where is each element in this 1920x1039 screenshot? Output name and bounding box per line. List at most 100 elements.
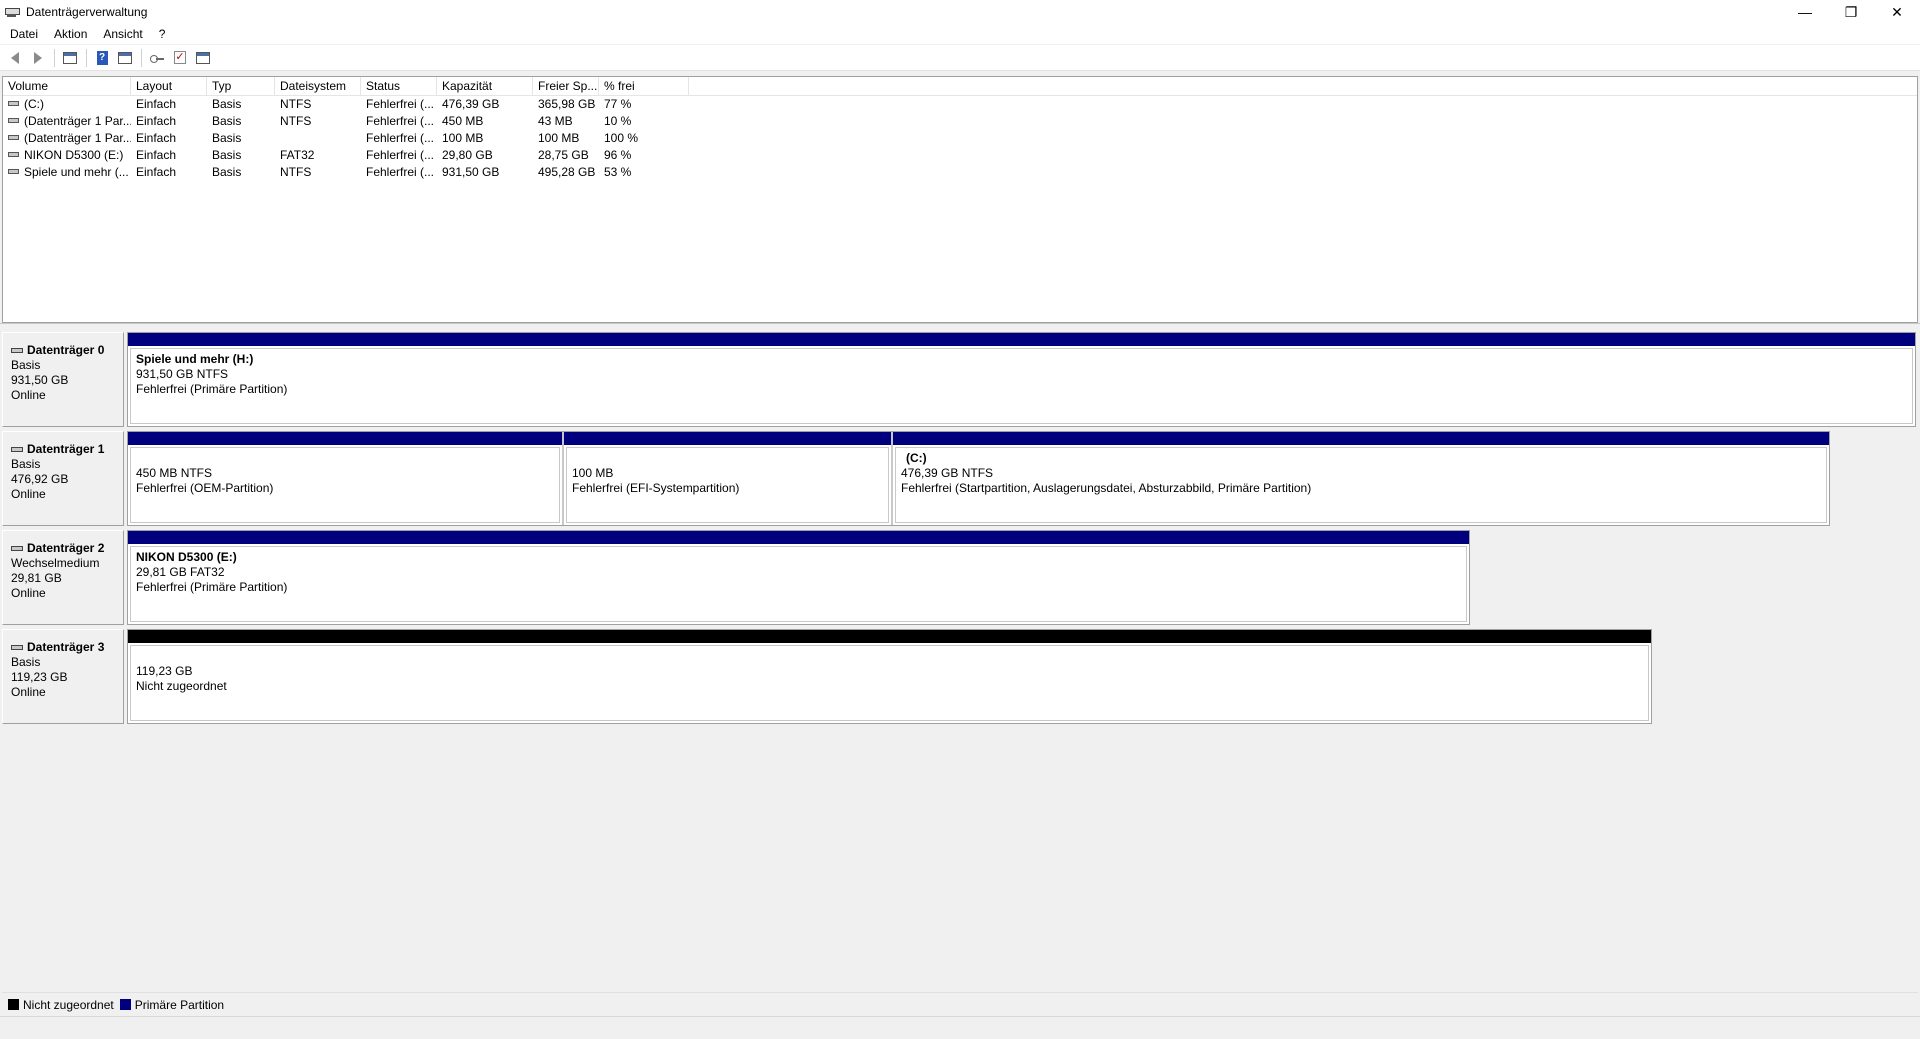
table-row[interactable]: (Datenträger 1 Par... Einfach Basis Fehl… <box>3 130 1917 147</box>
partition-strip: 119,23 GB Nicht zugeordnet <box>127 629 1652 724</box>
partition[interactable]: NIKON D5300 (E:) 29,81 GB FAT32 Fehlerfr… <box>128 531 1469 624</box>
cell-layout: Einfach <box>136 131 177 145</box>
back-button[interactable] <box>4 47 26 69</box>
cell-kapazitaet: 100 MB <box>442 131 484 145</box>
table-row[interactable]: NIKON D5300 (E:) Einfach Basis FAT32 Feh… <box>3 147 1917 164</box>
disk-icon <box>11 645 23 650</box>
disk-label[interactable]: Datenträger 1 Basis 476,92 GB Online <box>2 431 124 526</box>
disk-map: Datenträger 0 Basis 931,50 GB Online Spi… <box>2 328 1918 992</box>
volume-icon <box>8 118 19 124</box>
volume-icon <box>8 135 19 141</box>
column-header-freier-speicher[interactable]: Freier Sp... <box>533 77 599 96</box>
disk-icon <box>11 447 23 452</box>
disk-name: Datenträger 1 <box>27 442 105 456</box>
volume-icon <box>8 152 19 158</box>
cell-freier-speicher: 100 MB <box>538 131 580 145</box>
cell-typ: Basis <box>212 97 242 111</box>
partition-bar-primary <box>893 432 1829 445</box>
properties-button[interactable] <box>114 47 136 69</box>
forward-button[interactable] <box>27 47 49 69</box>
partition[interactable]: 119,23 GB Nicht zugeordnet <box>128 630 1651 723</box>
partition[interactable]: (C:) 476,39 GB NTFS Fehlerfrei (Startpar… <box>893 432 1829 525</box>
column-header-typ[interactable]: Typ <box>207 77 275 96</box>
disk-icon <box>11 348 23 353</box>
legend-item-primary: Primäre Partition <box>119 997 225 1012</box>
cell-layout: Einfach <box>136 97 177 111</box>
cell-dateisystem: NTFS <box>280 97 312 111</box>
partition-strip: Spiele und mehr (H:) 931,50 GB NTFS Fehl… <box>127 332 1916 427</box>
menu-ansicht[interactable]: Ansicht <box>95 24 150 44</box>
cell-layout: Einfach <box>136 148 177 162</box>
check-button[interactable]: ✓ <box>169 47 191 69</box>
rescan-icon <box>150 53 164 63</box>
partition-size: 450 MB NTFS <box>136 466 213 480</box>
console-tree-button[interactable] <box>59 47 81 69</box>
partition-status: Fehlerfrei (Primäre Partition) <box>136 382 288 396</box>
cell-volume: (C:) <box>24 97 44 111</box>
title-bar: Datenträgerverwaltung — ❐ ✕ <box>0 0 1920 24</box>
cell-dateisystem: FAT32 <box>280 148 315 162</box>
volume-list[interactable]: Volume Layout Typ Dateisystem Status Kap… <box>2 76 1918 323</box>
cell-status: Fehlerfrei (... <box>366 148 435 162</box>
disk-row-3: Datenträger 3 Basis 119,23 GB Online 119… <box>2 629 1918 724</box>
cell-dateisystem <box>275 130 361 147</box>
partition-bar-primary <box>128 531 1469 544</box>
cell-status: Fehlerfrei (... <box>366 165 435 179</box>
column-header-layout[interactable]: Layout <box>131 77 207 96</box>
menu-help[interactable]: ? <box>151 24 174 44</box>
partition-strip: NIKON D5300 (E:) 29,81 GB FAT32 Fehlerfr… <box>127 530 1470 625</box>
partition[interactable]: Spiele und mehr (H:) 931,50 GB NTFS Fehl… <box>128 333 1915 426</box>
legend-label: Primäre Partition <box>134 997 225 1012</box>
close-button[interactable]: ✕ <box>1874 0 1920 24</box>
cell-typ: Basis <box>212 148 242 162</box>
disk-status: Online <box>11 586 46 600</box>
partition[interactable]: 450 MB NTFS Fehlerfrei (OEM-Partition) <box>128 432 564 525</box>
status-bar <box>0 1016 1920 1039</box>
cell-kapazitaet: 29,80 GB <box>442 148 493 162</box>
table-row[interactable]: Spiele und mehr (... Einfach Basis NTFS … <box>3 164 1917 181</box>
partition-bar-unallocated <box>128 630 1651 643</box>
disk-size: 119,23 GB <box>11 670 68 684</box>
settings-button[interactable] <box>192 47 214 69</box>
cell-prozent-frei: 53 % <box>604 165 632 179</box>
disk-size: 29,81 GB <box>11 571 62 585</box>
menu-datei[interactable]: Datei <box>2 24 46 44</box>
column-header-volume[interactable]: Volume <box>3 77 131 96</box>
legend-label: Nicht zugeordnet <box>23 997 114 1012</box>
disk-management-icon <box>4 5 20 19</box>
legend-swatch-primary <box>119 999 131 1010</box>
legend-swatch-unallocated <box>8 999 19 1010</box>
disk-label[interactable]: Datenträger 3 Basis 119,23 GB Online <box>2 629 124 724</box>
table-row[interactable]: (C:) Einfach Basis NTFS Fehlerfrei (... … <box>3 96 1917 113</box>
partition-name <box>572 451 888 466</box>
rescan-button[interactable] <box>146 47 168 69</box>
column-header-status[interactable]: Status <box>361 77 437 96</box>
column-header-dateisystem[interactable]: Dateisystem <box>275 77 361 96</box>
disk-label[interactable]: Datenträger 0 Basis 931,50 GB Online <box>2 332 124 427</box>
cell-layout: Einfach <box>136 114 177 128</box>
cell-volume: Spiele und mehr (... <box>24 165 129 179</box>
partition-size: 931,50 GB NTFS <box>136 367 229 381</box>
partition[interactable]: 100 MB Fehlerfrei (EFI-Systempartition) <box>564 432 893 525</box>
column-header-kapazitaet[interactable]: Kapazität <box>437 77 533 96</box>
table-row[interactable]: (Datenträger 1 Par... Einfach Basis NTFS… <box>3 113 1917 130</box>
menu-aktion[interactable]: Aktion <box>46 24 95 44</box>
help-button[interactable]: ? <box>91 47 113 69</box>
disk-name: Datenträger 3 <box>27 640 105 654</box>
partition-status: Fehlerfrei (Primäre Partition) <box>136 580 288 594</box>
partition-size: 100 MB <box>572 466 614 480</box>
partition-name: (C:) <box>906 451 927 465</box>
disk-icon <box>11 546 23 551</box>
disk-label[interactable]: Datenträger 2 Wechselmedium 29,81 GB Onl… <box>2 530 124 625</box>
partition-bar-primary <box>128 333 1915 346</box>
check-icon: ✓ <box>174 51 186 64</box>
restore-button[interactable]: ❐ <box>1828 0 1874 24</box>
column-header-prozent-frei[interactable]: % frei <box>599 77 689 96</box>
partition-status: Nicht zugeordnet <box>136 679 227 693</box>
partition-status: Fehlerfrei (EFI-Systempartition) <box>572 481 740 495</box>
minimize-button[interactable]: — <box>1782 0 1828 24</box>
toolbar: ? ✓ <box>0 45 1920 71</box>
menu-bar: Datei Aktion Ansicht ? <box>0 24 1920 44</box>
disk-type: Basis <box>11 358 41 372</box>
volume-icon <box>8 101 19 107</box>
